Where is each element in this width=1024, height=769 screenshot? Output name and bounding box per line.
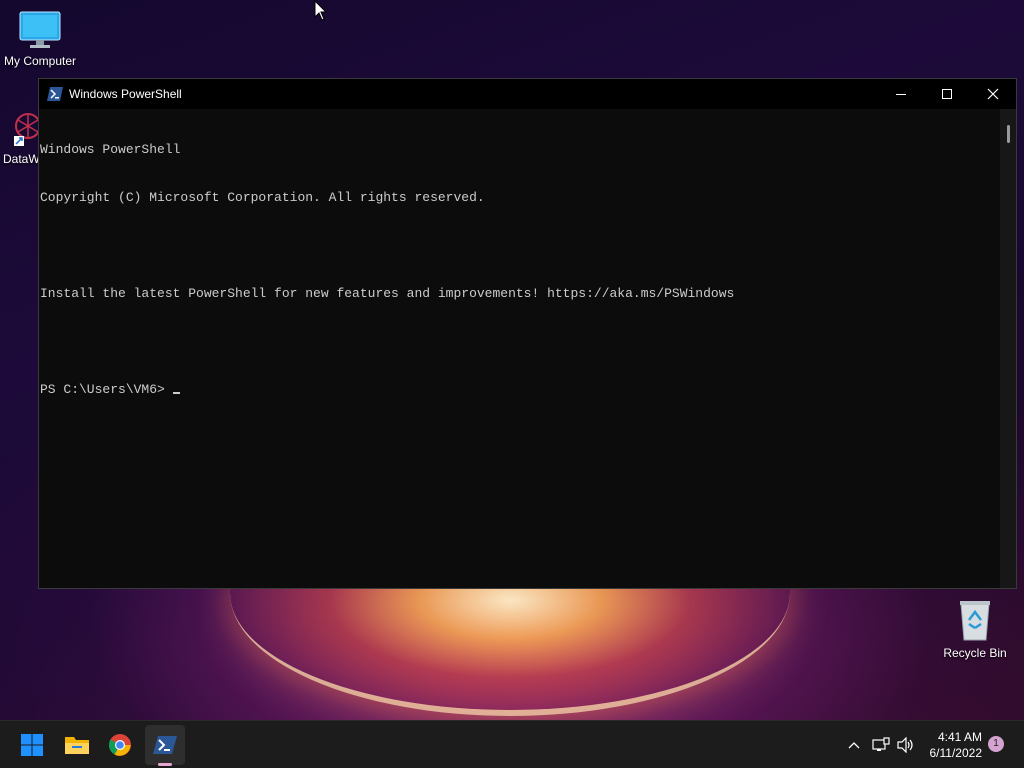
prompt-text: PS C:\Users\VM6> bbox=[40, 382, 173, 397]
desktop: My Computer DataW Recycle Bin Windows Po… bbox=[0, 0, 1024, 720]
text-cursor bbox=[172, 392, 180, 394]
minimize-button[interactable] bbox=[878, 79, 924, 109]
volume-button[interactable] bbox=[895, 721, 917, 769]
desktop-icon-label: My Computer bbox=[3, 54, 77, 68]
network-icon bbox=[872, 737, 890, 751]
clock-date: 6/11/2022 bbox=[929, 746, 983, 760]
maximize-button[interactable] bbox=[924, 79, 970, 109]
desktop-icon-my-computer[interactable]: My Computer bbox=[0, 10, 80, 68]
close-button[interactable] bbox=[970, 79, 1016, 109]
file-explorer-button[interactable] bbox=[57, 725, 97, 765]
maximize-icon bbox=[942, 89, 952, 99]
desktop-icon-label: Recycle Bin bbox=[943, 646, 1007, 660]
active-app-indicator bbox=[158, 763, 172, 766]
vertical-scrollbar[interactable] bbox=[1000, 109, 1016, 588]
console-output[interactable]: Windows PowerShell Copyright (C) Microso… bbox=[39, 109, 1000, 588]
clock[interactable]: 4:41 AM 6/11/2022 bbox=[920, 729, 983, 761]
windows-start-icon bbox=[21, 734, 43, 756]
taskbar: 4:41 AM 6/11/2022 bbox=[0, 720, 1024, 768]
speaker-icon bbox=[897, 737, 913, 753]
folder-icon bbox=[65, 737, 89, 754]
powershell-icon bbox=[153, 736, 177, 754]
console-line: Copyright (C) Microsoft Corporation. All… bbox=[40, 190, 485, 205]
monitor-icon bbox=[19, 11, 61, 48]
powershell-taskbar-button[interactable] bbox=[145, 725, 185, 765]
console-line: Install the latest PowerShell for new fe… bbox=[40, 286, 735, 301]
show-hidden-icons-button[interactable] bbox=[842, 721, 866, 769]
prompt-line[interactable]: PS C:\Users\VM6> bbox=[40, 382, 1000, 398]
desktop-icon-recycle-bin[interactable]: Recycle Bin bbox=[935, 598, 1015, 660]
minimize-icon bbox=[896, 94, 906, 95]
chrome-button[interactable] bbox=[100, 725, 140, 765]
desktop-icon-dataw[interactable]: DataW bbox=[0, 108, 41, 166]
mouse-pointer-icon bbox=[314, 0, 328, 21]
window-title: Windows PowerShell bbox=[69, 87, 182, 101]
powershell-window[interactable]: Windows PowerShell Windows PowerShell Co… bbox=[38, 78, 1017, 589]
recycle-bin-icon bbox=[960, 601, 990, 641]
desktop-icon-label: DataW bbox=[3, 152, 40, 166]
powershell-icon bbox=[47, 87, 63, 101]
clock-time: 4:41 AM bbox=[937, 730, 982, 744]
network-button[interactable] bbox=[870, 721, 892, 769]
scrollbar-thumb[interactable] bbox=[1007, 125, 1010, 143]
close-icon bbox=[987, 88, 999, 100]
start-button[interactable] bbox=[12, 725, 52, 765]
chrome-icon bbox=[109, 734, 131, 756]
window-titlebar[interactable]: Windows PowerShell bbox=[39, 79, 1016, 109]
chevron-up-icon bbox=[848, 742, 860, 749]
notification-badge[interactable]: 1 bbox=[988, 736, 1004, 752]
console-line: Windows PowerShell bbox=[40, 142, 181, 157]
